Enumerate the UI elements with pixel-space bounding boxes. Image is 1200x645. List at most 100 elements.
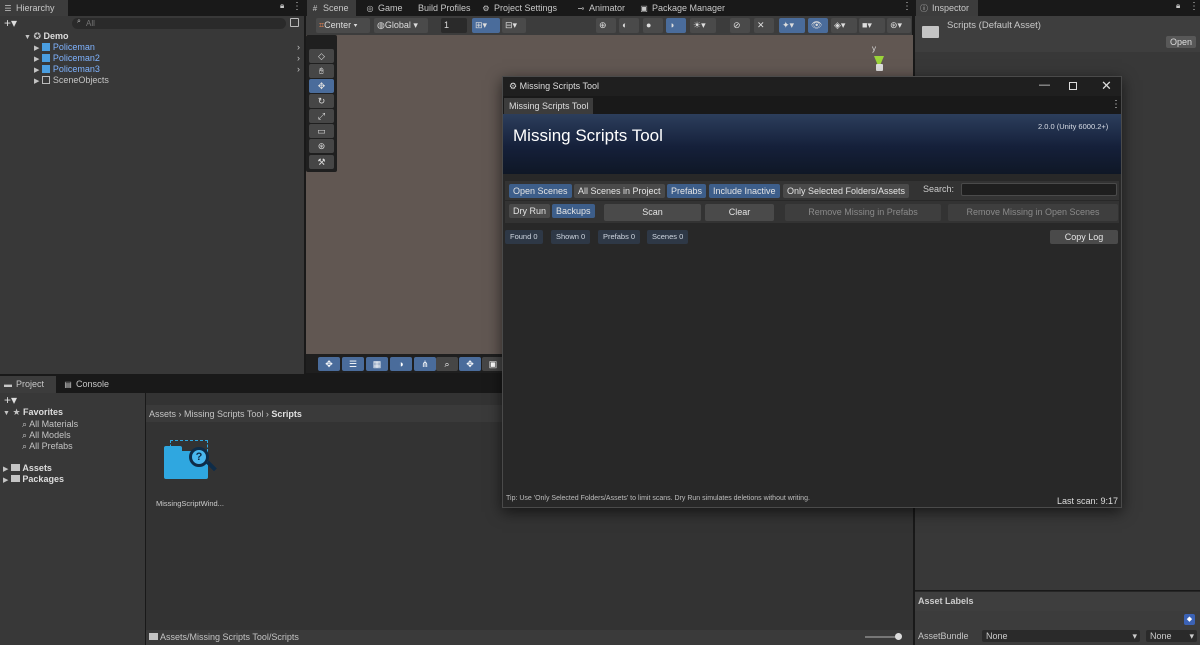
breadcrumb-assets[interactable]: Assets (149, 409, 176, 419)
grid-icon[interactable]: ▦ (366, 357, 388, 371)
kebab-menu-icon[interactable]: ⋮ (1189, 1, 1199, 12)
favorite-all-models[interactable]: ⌕ All Models (22, 430, 71, 441)
gizmos-dropdown[interactable]: ⊛▾ (887, 18, 911, 33)
tree-item-sceneobjects[interactable]: ▶ SceneObjects (34, 75, 109, 86)
favorites-header[interactable]: ▼ ★ Favorites (3, 407, 63, 418)
filter-all-scenes[interactable]: All Scenes in Project (574, 184, 665, 198)
zoom-icon[interactable]: ⌕ (436, 357, 458, 371)
moon-icon[interactable]: ◑ (390, 357, 412, 371)
camera-icon[interactable]: ▣ (482, 357, 504, 371)
add-icon[interactable]: +▾ (4, 393, 17, 407)
align-icon[interactable]: ☰ (342, 357, 364, 371)
favorite-all-materials[interactable]: ⌕ All Materials (22, 419, 78, 430)
route-icon[interactable]: ⋔ (414, 357, 436, 371)
lighting-toggle[interactable]: ☀▾ (690, 18, 716, 33)
tree-item-packages[interactable]: ▶ Packages (3, 474, 64, 484)
scene-visibility-toggle[interactable]: ✦▾ (779, 18, 805, 33)
camera-dropdown[interactable]: ■▾ (859, 18, 885, 33)
hand-tool-icon[interactable]: ✋︎ (309, 64, 334, 78)
filter-only-selected[interactable]: Only Selected Folders/Assets (783, 184, 910, 198)
copy-log-button[interactable]: Copy Log (1050, 230, 1118, 244)
asset-thumbnail[interactable]: ? MissingScriptWind... (156, 438, 226, 510)
shading-mode-wireframe[interactable]: ⊕ (596, 18, 616, 33)
window-tabbar (503, 96, 1121, 114)
pivot-dropdown[interactable]: ⌗Center ▾ (316, 18, 370, 33)
tab-project[interactable]: ▬ Project (0, 376, 56, 393)
tab-missing-scripts-tool[interactable]: Missing Scripts Tool (504, 98, 594, 114)
asset-variant-dropdown[interactable]: None ▾ (1146, 630, 1197, 642)
breadcrumb-scripts[interactable]: Scripts (271, 409, 302, 419)
favorite-all-prefabs[interactable]: ⌕ All Prefabs (22, 441, 73, 452)
tab-project-settings[interactable]: ⚙ Project Settings (478, 0, 563, 16)
shading-mode-shaded-wire[interactable]: ◐ (619, 18, 639, 33)
window-title: ⚙ Missing Scripts Tool (509, 81, 599, 91)
asset-file-name: MissingScriptWind... (156, 499, 224, 508)
lock-icon[interactable]: 🔒︎ (280, 1, 284, 11)
orientation-gizmo[interactable]: y (855, 44, 905, 76)
zoom-slider[interactable] (865, 636, 899, 638)
label-tag-icon[interactable]: ◆ (1184, 614, 1195, 625)
move-tool-icon[interactable]: ✥ (318, 357, 340, 371)
rect-tool-icon[interactable]: ▭ (309, 124, 334, 138)
fx-toggle[interactable]: ✕ (754, 18, 774, 33)
open-button[interactable]: Open (1166, 36, 1196, 48)
kebab-menu-icon[interactable]: ⋮ (1111, 99, 1121, 110)
tree-item-policeman3[interactable]: ▶ Policeman3 › (34, 64, 304, 75)
remove-missing-scenes-button[interactable]: Remove Missing in Open Scenes (948, 204, 1118, 221)
filter-prefabs[interactable]: Prefabs (667, 184, 707, 198)
layers-dropdown[interactable]: ◈▾ (831, 18, 857, 33)
dry-run-toggle[interactable]: Dry Run (509, 204, 551, 218)
audio-toggle[interactable]: ⊘ (730, 18, 750, 33)
zoom-slider-thumb[interactable] (895, 633, 902, 640)
asset-bundle-dropdown[interactable]: None ▾ (982, 630, 1140, 642)
minimize-button[interactable]: — (1039, 79, 1050, 91)
maximize-button[interactable] (1069, 82, 1077, 90)
shading-mode-unlit[interactable]: ◑ (666, 18, 686, 33)
backups-toggle[interactable]: Backups (552, 204, 595, 218)
filter-include-inactive[interactable]: Include Inactive (709, 184, 780, 198)
tab-scene[interactable]: # Scene (307, 0, 356, 16)
increment-snap-toggle[interactable]: ⊟▾ (502, 18, 526, 33)
transform-tool-icon[interactable]: ⊛ (309, 139, 334, 153)
shading-mode-shaded[interactable]: ● (643, 18, 663, 33)
tab-console[interactable]: ▤ Console (60, 376, 115, 393)
filter-open-scenes[interactable]: Open Scenes (509, 184, 572, 198)
hierarchy-search[interactable]: ⌕ All (72, 18, 286, 29)
tree-item-policeman2[interactable]: ▶ Policeman2 › (34, 53, 304, 64)
tree-item-assets[interactable]: ▶ Assets (3, 463, 52, 473)
tab-inspector[interactable]: ⓘ Inspector (916, 0, 978, 16)
scale-tool-icon[interactable]: ⤢ (309, 109, 334, 123)
search-options-icon[interactable] (290, 18, 299, 27)
add-icon[interactable]: +▾ (4, 16, 17, 30)
tree-root-demo[interactable]: ▼ ✪ Demo (24, 31, 69, 42)
close-button[interactable]: ✕ (1101, 78, 1112, 94)
chevron-right-icon: ▶ (34, 56, 40, 63)
search-input[interactable] (961, 183, 1117, 196)
eye-icon[interactable]: 👁︎ (808, 18, 828, 33)
kebab-menu-icon[interactable]: ⋮ (902, 1, 912, 12)
tab-package-manager[interactable]: ▣ Package Manager (636, 0, 731, 16)
tab-game[interactable]: ◎ Game (362, 0, 409, 16)
chevron-right-icon: › (297, 53, 300, 63)
console-icon: ▤ (64, 380, 72, 389)
grid-snap-toggle[interactable]: ⊞▾ (472, 18, 500, 33)
grid-snap-value[interactable]: 1 (441, 18, 467, 33)
move-tool-icon[interactable]: ✥ (309, 79, 334, 93)
view-tool-icon[interactable]: ◇ (309, 49, 334, 63)
tab-build-profiles[interactable]: Build Profiles (414, 0, 477, 16)
scan-button[interactable]: Scan (604, 204, 701, 221)
custom-tool-icon[interactable]: ⚒ (309, 155, 334, 169)
pan-icon[interactable]: ✥ (459, 357, 481, 371)
lock-icon[interactable]: 🔒︎ (1176, 1, 1180, 11)
tab-animator[interactable]: ⊸ Animator (573, 0, 631, 16)
breadcrumb-missing-scripts-tool[interactable]: Missing Scripts Tool (184, 409, 263, 419)
tab-hierarchy[interactable]: ☰ Hierarchy (0, 0, 68, 16)
kebab-menu-icon[interactable]: ⋮ (292, 1, 302, 12)
chevron-right-icon: ▶ (34, 78, 40, 85)
tree-item-policeman[interactable]: ▶ Policeman › (34, 42, 304, 53)
clear-button[interactable]: Clear (705, 204, 774, 221)
rotate-tool-icon[interactable]: ↻ (309, 94, 334, 108)
folder-icon (149, 633, 158, 640)
space-dropdown[interactable]: ◍Global ▾ (374, 18, 428, 33)
remove-missing-prefabs-button[interactable]: Remove Missing in Prefabs (785, 204, 941, 221)
